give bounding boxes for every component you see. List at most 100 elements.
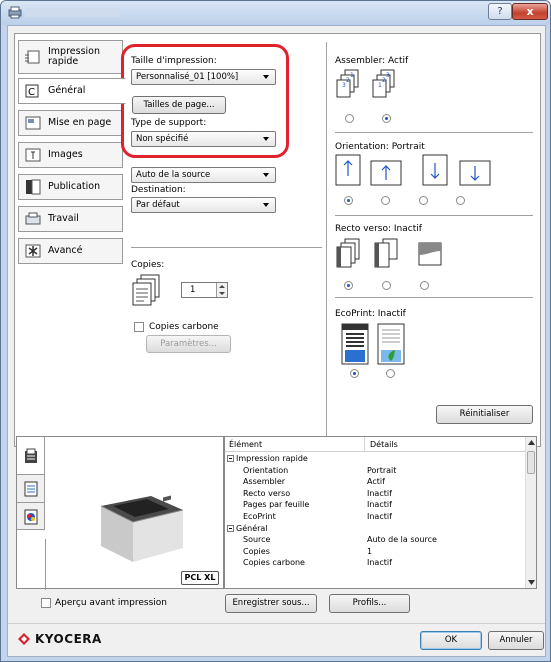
orientation-rotated-portrait-radio[interactable] <box>419 196 428 205</box>
duplex-off-radio[interactable] <box>344 281 353 290</box>
column-header-details[interactable]: Détails <box>370 440 398 449</box>
help-button[interactable]: ? <box>488 3 512 20</box>
ok-button[interactable]: OK <box>420 631 482 650</box>
row-element-cell: Recto verso <box>243 488 290 500</box>
printer-image <box>100 495 184 562</box>
divider <box>335 132 533 133</box>
window-title <box>25 8 121 17</box>
row-element: Assembler <box>243 477 286 487</box>
row-element-cell: Général <box>227 523 268 535</box>
ecoprint-on-radio[interactable] <box>386 369 395 378</box>
svg-text:2: 2 <box>346 77 350 84</box>
table-scrollbar[interactable] <box>525 437 536 588</box>
row-details: Inactif <box>367 512 392 521</box>
table-group-row[interactable]: Général <box>225 523 527 535</box>
table-row[interactable]: Assembler Actif <box>225 476 527 488</box>
dialog-client: Impression rapide C Général Mise en page … <box>7 25 546 657</box>
row-details: Actif <box>367 477 385 487</box>
document-icon <box>24 481 38 497</box>
svg-text:1: 1 <box>350 72 354 79</box>
collate-options-icon: 123321 <box>336 69 395 98</box>
source-select[interactable]: Auto de la source <box>131 167 276 183</box>
collapse-icon[interactable] <box>227 455 234 462</box>
cancel-button[interactable]: Annuler <box>488 631 544 650</box>
row-details: Auto de la source <box>367 535 437 545</box>
table-row[interactable]: Copies 1 <box>225 546 527 558</box>
stepper-arrows[interactable] <box>216 283 227 297</box>
row-element: Copies <box>243 546 270 556</box>
table-row[interactable]: EcoPrint Inactif <box>225 511 527 523</box>
duplex-short-edge-radio[interactable] <box>420 281 429 290</box>
row-element: EcoPrint <box>243 512 276 521</box>
scroll-thumb[interactable] <box>527 451 535 474</box>
destination-label: Destination: <box>131 185 186 195</box>
collate-label: Assembler: Actif <box>335 56 409 66</box>
column-divider <box>326 42 327 440</box>
copies-value: 1 <box>190 285 196 295</box>
divider <box>8 623 545 624</box>
table-row[interactable]: Orientation Portrait <box>225 465 527 477</box>
orientation-landscape-radio[interactable] <box>381 196 390 205</box>
duplex-options-icon <box>336 238 442 268</box>
tab-layout[interactable]: Mise en page <box>18 110 123 136</box>
collate-on-radio[interactable] <box>382 114 391 123</box>
tab-images[interactable]: Images <box>18 142 123 168</box>
tab-job[interactable]: Travail <box>18 206 123 232</box>
collate-off-radio[interactable] <box>345 114 354 123</box>
tab-quick-print-line2: rapide <box>48 56 79 67</box>
table-group-row[interactable]: Impression rapide <box>225 453 527 465</box>
table-row[interactable]: Recto verso Inactif <box>225 488 527 500</box>
reset-button[interactable]: Réinitialiser <box>436 405 533 424</box>
carbon-settings-button[interactable]: Paramètres... <box>146 335 231 353</box>
row-element-cell: EcoPrint <box>243 511 276 523</box>
table-row[interactable]: Source Auto de la source <box>225 534 527 546</box>
layout-icon <box>25 116 41 130</box>
kyocera-logo: KYOCERA <box>16 632 102 646</box>
duplex-label: Recto verso: Inactif <box>335 224 422 234</box>
tab-publishing-label: Publication <box>48 181 101 192</box>
row-element: Pages par feuille <box>243 500 310 510</box>
publishing-icon <box>26 179 41 195</box>
column-header-element[interactable]: Élément <box>229 440 262 449</box>
scroll-down-icon[interactable] <box>528 580 535 585</box>
preview-tab-document[interactable] <box>17 474 45 502</box>
svg-text:3: 3 <box>342 82 346 89</box>
printer-properties-window: ? x Impression rapide C Général Mise en p… <box>0 0 551 662</box>
stepper-arrows-icon <box>219 285 225 295</box>
tab-general[interactable]: C Général <box>18 78 126 104</box>
chevron-down-icon <box>263 173 269 177</box>
ecoprint-off-radio[interactable] <box>350 369 359 378</box>
table-row[interactable]: Copies carbone Inactif <box>225 557 527 569</box>
svg-text:2: 2 <box>382 77 386 84</box>
row-details: Portrait <box>367 465 397 475</box>
preview-tab-color[interactable] <box>17 502 45 530</box>
collapse-icon[interactable] <box>227 524 234 532</box>
print-preview-checkbox[interactable] <box>41 598 51 608</box>
row-element-cell: Copies <box>243 546 270 558</box>
table-row[interactable]: Pages par feuille Inactif <box>225 499 527 511</box>
svg-text:1: 1 <box>378 82 382 89</box>
ecoprint-options-icon <box>341 323 405 365</box>
duplex-long-edge-radio[interactable] <box>382 281 391 290</box>
profiles-button[interactable]: Profils... <box>329 594 410 613</box>
orientation-portrait-radio[interactable] <box>344 196 353 205</box>
preview-tab-printer[interactable] <box>17 437 45 474</box>
printer-summary-icon <box>25 448 37 463</box>
row-element-cell: Impression rapide <box>227 453 308 465</box>
tab-quick-print[interactable]: Impression rapide <box>18 40 123 74</box>
orientation-rotated-landscape-radio[interactable] <box>456 196 465 205</box>
highlight-annotation <box>121 44 289 158</box>
pcl-xl-badge: PCL XL <box>181 571 219 585</box>
save-as-button[interactable]: Enregistrer sous... <box>225 594 317 613</box>
tab-publishing[interactable]: Publication <box>18 174 123 200</box>
destination-select[interactable]: Par défaut <box>131 197 276 213</box>
carbon-copies-checkbox[interactable] <box>134 322 144 332</box>
tab-general-label: Général <box>48 85 86 96</box>
scroll-up-icon[interactable] <box>528 440 535 445</box>
kyocera-logo-icon <box>18 633 30 645</box>
close-button[interactable]: x <box>512 3 548 20</box>
copies-stepper[interactable]: 1 <box>181 282 228 298</box>
printer-preview-panel: PCL XL <box>16 436 224 590</box>
tab-advanced[interactable]: Avancé <box>18 238 123 264</box>
source-value: Auto de la source <box>136 170 211 180</box>
